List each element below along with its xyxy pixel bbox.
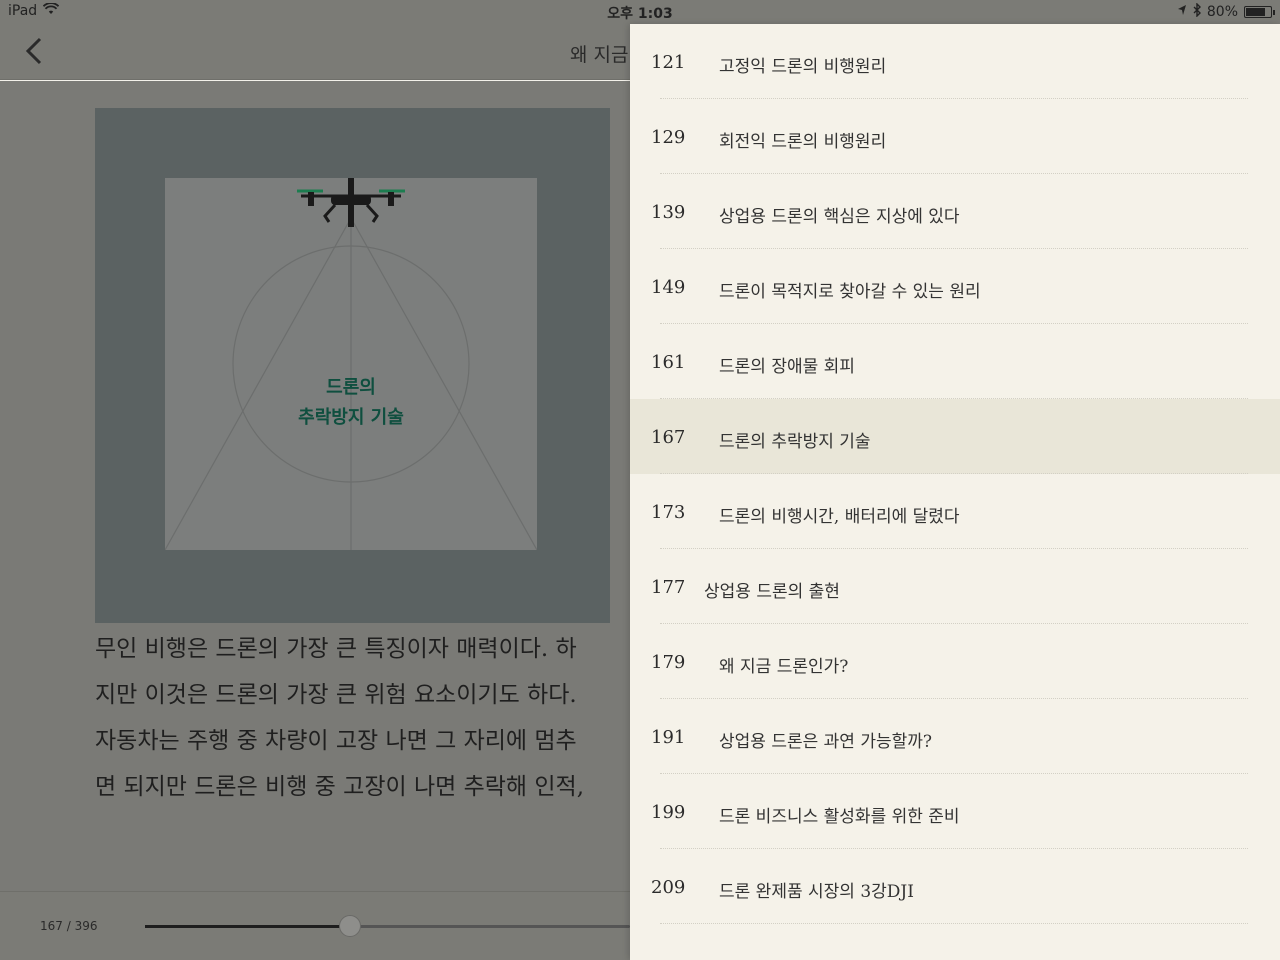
illustration-card: 드론의 추락방지 기술: [165, 178, 537, 550]
toc-page-number: 167: [651, 427, 686, 448]
toc-title: 왜 지금 드론인가?: [719, 657, 849, 677]
toc-title: 드론의 장애물 회피: [719, 357, 855, 377]
toc-page-number: 121: [651, 52, 686, 73]
status-right: 80%: [1177, 2, 1275, 21]
toc-page-number: 149: [651, 277, 686, 298]
drone-icon: [297, 178, 405, 227]
toc-title: 드론이 목적지로 찾아갈 수 있는 원리: [719, 282, 981, 302]
body-text: 무인 비행은 드론의 가장 큰 특징이자 매력이다. 하 지만 이것은 드론의 …: [95, 626, 610, 810]
toc-title: 상업용 드론의 출현: [704, 582, 840, 602]
toc-panel: 121 고정익 드론의 비행원리 129 회전익 드론의 비행원리 139 상업용 드론의…: [630, 24, 1280, 960]
toc-page-number: 139: [651, 202, 686, 223]
page-indicator: 167 / 396: [40, 919, 98, 933]
toc-title: 드론 비즈니스 활성화를 위한 준비: [719, 807, 960, 827]
caption-line-2: 추락방지 기술: [298, 407, 404, 428]
drone-diagram: [165, 178, 537, 550]
toc-page-number: 209: [651, 877, 686, 898]
toc-title: 드론의 비행시간, 배터리에 달렸다: [719, 507, 960, 527]
back-button[interactable]: [22, 36, 46, 66]
toc-page-number: 179: [651, 652, 686, 673]
toc-page-number: 199: [651, 802, 686, 823]
toc-title: 고정익 드론의 비행원리: [719, 57, 887, 77]
status-bar: iPad 오후 1:03 80%: [0, 0, 1280, 24]
book-title: 왜 지금: [570, 44, 629, 66]
body-line: 무인 비행은 드론의 가장 큰 특징이자 매력이다. 하: [95, 636, 577, 662]
toc-page-number: 177: [651, 577, 686, 598]
toc-list: 121 고정익 드론의 비행원리 129 회전익 드론의 비행원리 139 상업용 드론의…: [630, 24, 1280, 924]
toc-title: 상업용 드론은 과연 가능할까?: [719, 732, 933, 752]
toc-item[interactable]: 173 드론의 비행시간, 배터리에 달렸다: [630, 474, 1280, 549]
toc-item[interactable]: 149 드론이 목적지로 찾아갈 수 있는 원리: [630, 249, 1280, 324]
toc-item[interactable]: 179 왜 지금 드론인가?: [630, 624, 1280, 699]
chapter-illustration: 드론의 추락방지 기술: [95, 108, 610, 623]
page-slider[interactable]: [145, 915, 630, 937]
toc-page-number: 129: [651, 127, 686, 148]
toc-page-number: 161: [651, 352, 686, 373]
slider-thumb[interactable]: [338, 915, 361, 937]
toc-item[interactable]: 199 드론 비즈니스 활성화를 위한 준비: [630, 774, 1280, 849]
illustration-caption: 드론의 추락방지 기술: [165, 373, 537, 433]
toc-title: 회전익 드론의 비행원리: [719, 132, 887, 152]
body-line: 자동차는 주행 중 차량이 고장 나면 그 자리에 멈추: [95, 728, 577, 754]
toc-item[interactable]: 209 드론 완제품 시장의 3강DJI: [630, 849, 1280, 924]
toc-title: 드론 완제품 시장의 3강DJI: [719, 882, 914, 902]
toc-item[interactable]: 129 회전익 드론의 비행원리: [630, 99, 1280, 174]
chevron-left-icon: [25, 37, 42, 65]
location-arrow-icon: [1177, 4, 1187, 20]
toc-item[interactable]: 191 상업용 드론은 과연 가능할까?: [630, 699, 1280, 774]
battery-percent: 80%: [1206, 4, 1238, 20]
toc-item[interactable]: 139 상업용 드론의 핵심은 지상에 있다: [630, 174, 1280, 249]
battery-icon: [1244, 6, 1275, 18]
toc-item[interactable]: 121 고정익 드론의 비행원리: [630, 24, 1280, 99]
toc-item[interactable]: 161 드론의 장애물 회피: [630, 324, 1280, 399]
toc-item[interactable]: 167 드론의 추락방지 기술: [630, 399, 1280, 474]
toc-page-number: 173: [651, 502, 686, 523]
toc-title: 상업용 드론의 핵심은 지상에 있다: [719, 207, 960, 227]
slider-fill: [145, 925, 350, 928]
body-line: 면 되지만 드론은 비행 중 고장이 나면 추락해 인적,: [95, 774, 584, 800]
status-time: 오후 1:03: [607, 6, 673, 22]
toc-page-number: 191: [651, 727, 686, 748]
battery-fill: [1246, 8, 1265, 16]
bluetooth-icon: [1193, 2, 1201, 21]
toc-title: 드론의 추락방지 기술: [719, 432, 871, 452]
body-line: 지만 이것은 드론의 가장 큰 위험 요소이기도 하다.: [95, 682, 577, 708]
caption-line-1: 드론의: [326, 377, 376, 398]
toc-item[interactable]: 177 상업용 드론의 출현: [630, 549, 1280, 624]
